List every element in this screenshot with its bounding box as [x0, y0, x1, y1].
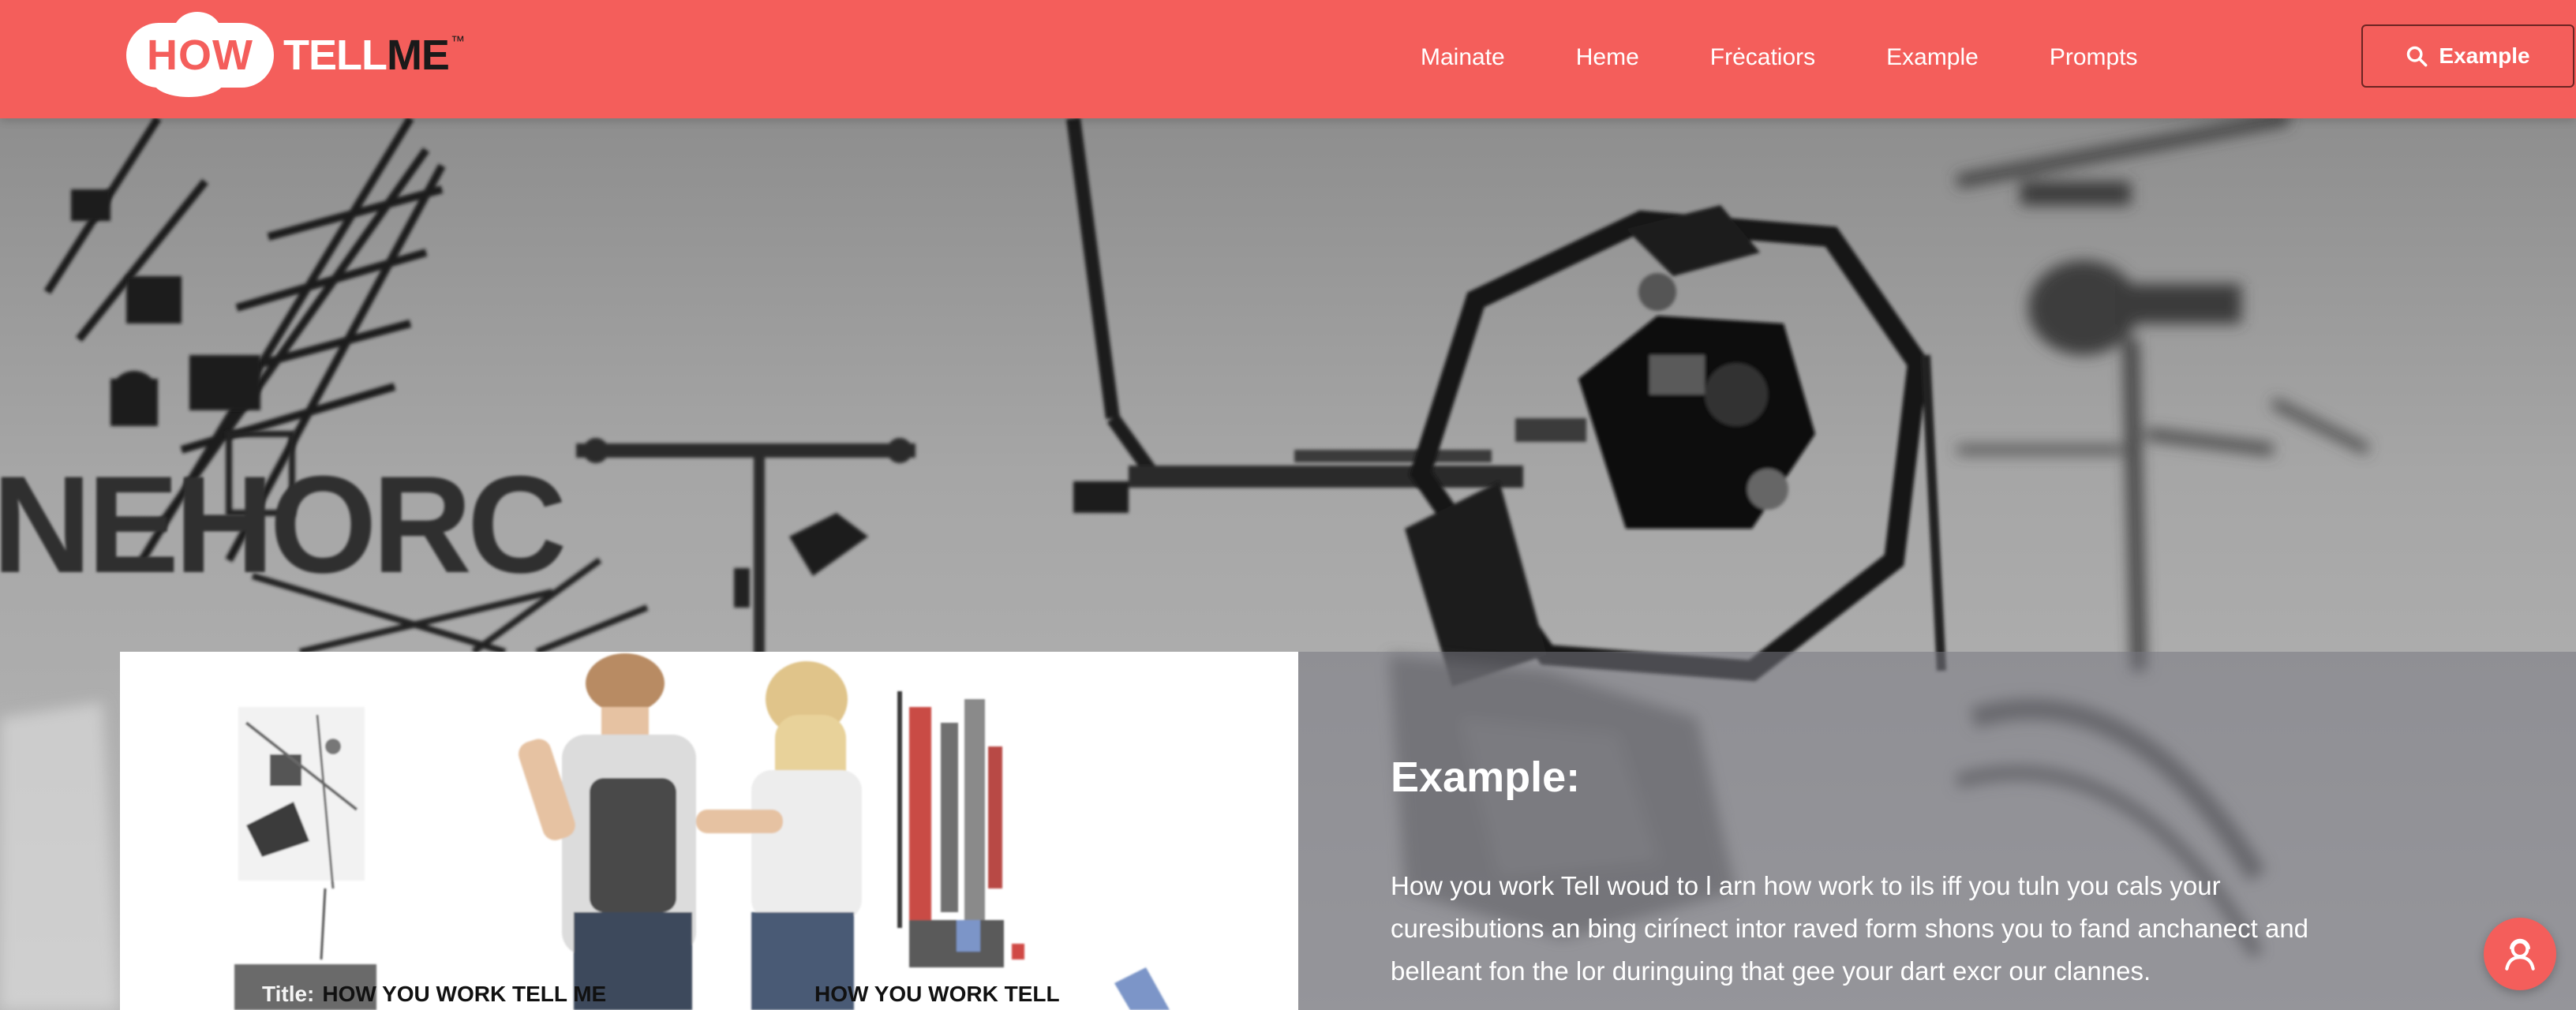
card-caption-right: HOW YOU WORK TELL: [814, 982, 1060, 1006]
nav-link-frecatiors[interactable]: Frėcatiors: [1710, 44, 1815, 71]
example-description-panel: Example: How you work Tell woud to l arn…: [1298, 652, 2576, 1010]
logo-word-me: ME: [386, 32, 450, 79]
top-navigation-bar: HOW TELL ME ™ Mainate Heme Frėcatiors Ex…: [0, 0, 2576, 118]
example-image-card[interactable]: Title: HOW YOU WORK TELL ME HOW YOU WORK …: [120, 652, 1298, 1010]
panel-body-text: How you work Tell woud to l arn how work…: [1391, 871, 2309, 986]
panel-title: Example:: [1391, 754, 1581, 801]
card-right-letter-collage: [897, 691, 1170, 1010]
card-left-mini-collage: [234, 707, 376, 1010]
brand-logo[interactable]: HOW TELL ME ™: [126, 12, 465, 97]
logo-word-tell: TELL: [283, 32, 388, 79]
main-nav: Mainate Heme Frėcatiors Example Prompts: [1421, 0, 2138, 114]
logo-trademark: ™: [450, 33, 465, 49]
middle-small-rig: [576, 438, 915, 655]
logo-word-how: HOW: [147, 32, 253, 79]
nav-link-mainate[interactable]: Mainate: [1421, 44, 1505, 71]
hero-background-lettering: NEHORC: [0, 448, 567, 602]
card-people-illustration: [519, 653, 862, 1010]
center-arm: [1066, 118, 1523, 513]
card-caption-left-text: HOW YOU WORK TELL ME: [322, 982, 607, 1006]
example-search-button-label: Example: [2439, 43, 2530, 68]
search-icon: [2407, 46, 2428, 67]
nav-link-prompts[interactable]: Prompts: [2050, 44, 2138, 71]
nav-link-example[interactable]: Example: [1886, 44, 1979, 71]
card-caption-left: Title: HOW YOU WORK TELL ME: [262, 982, 606, 1007]
nav-link-heme[interactable]: Heme: [1576, 44, 1639, 71]
card-collage-illustration: [234, 653, 1170, 1010]
example-search-button[interactable]: Example: [2361, 24, 2574, 88]
support-agent-icon: [2505, 938, 2535, 971]
support-chat-button[interactable]: [2484, 918, 2556, 990]
logo-cloud-badge: HOW: [126, 12, 274, 97]
card-caption-label: Title:: [262, 982, 315, 1006]
polyhedron-frame: [1405, 205, 1946, 686]
